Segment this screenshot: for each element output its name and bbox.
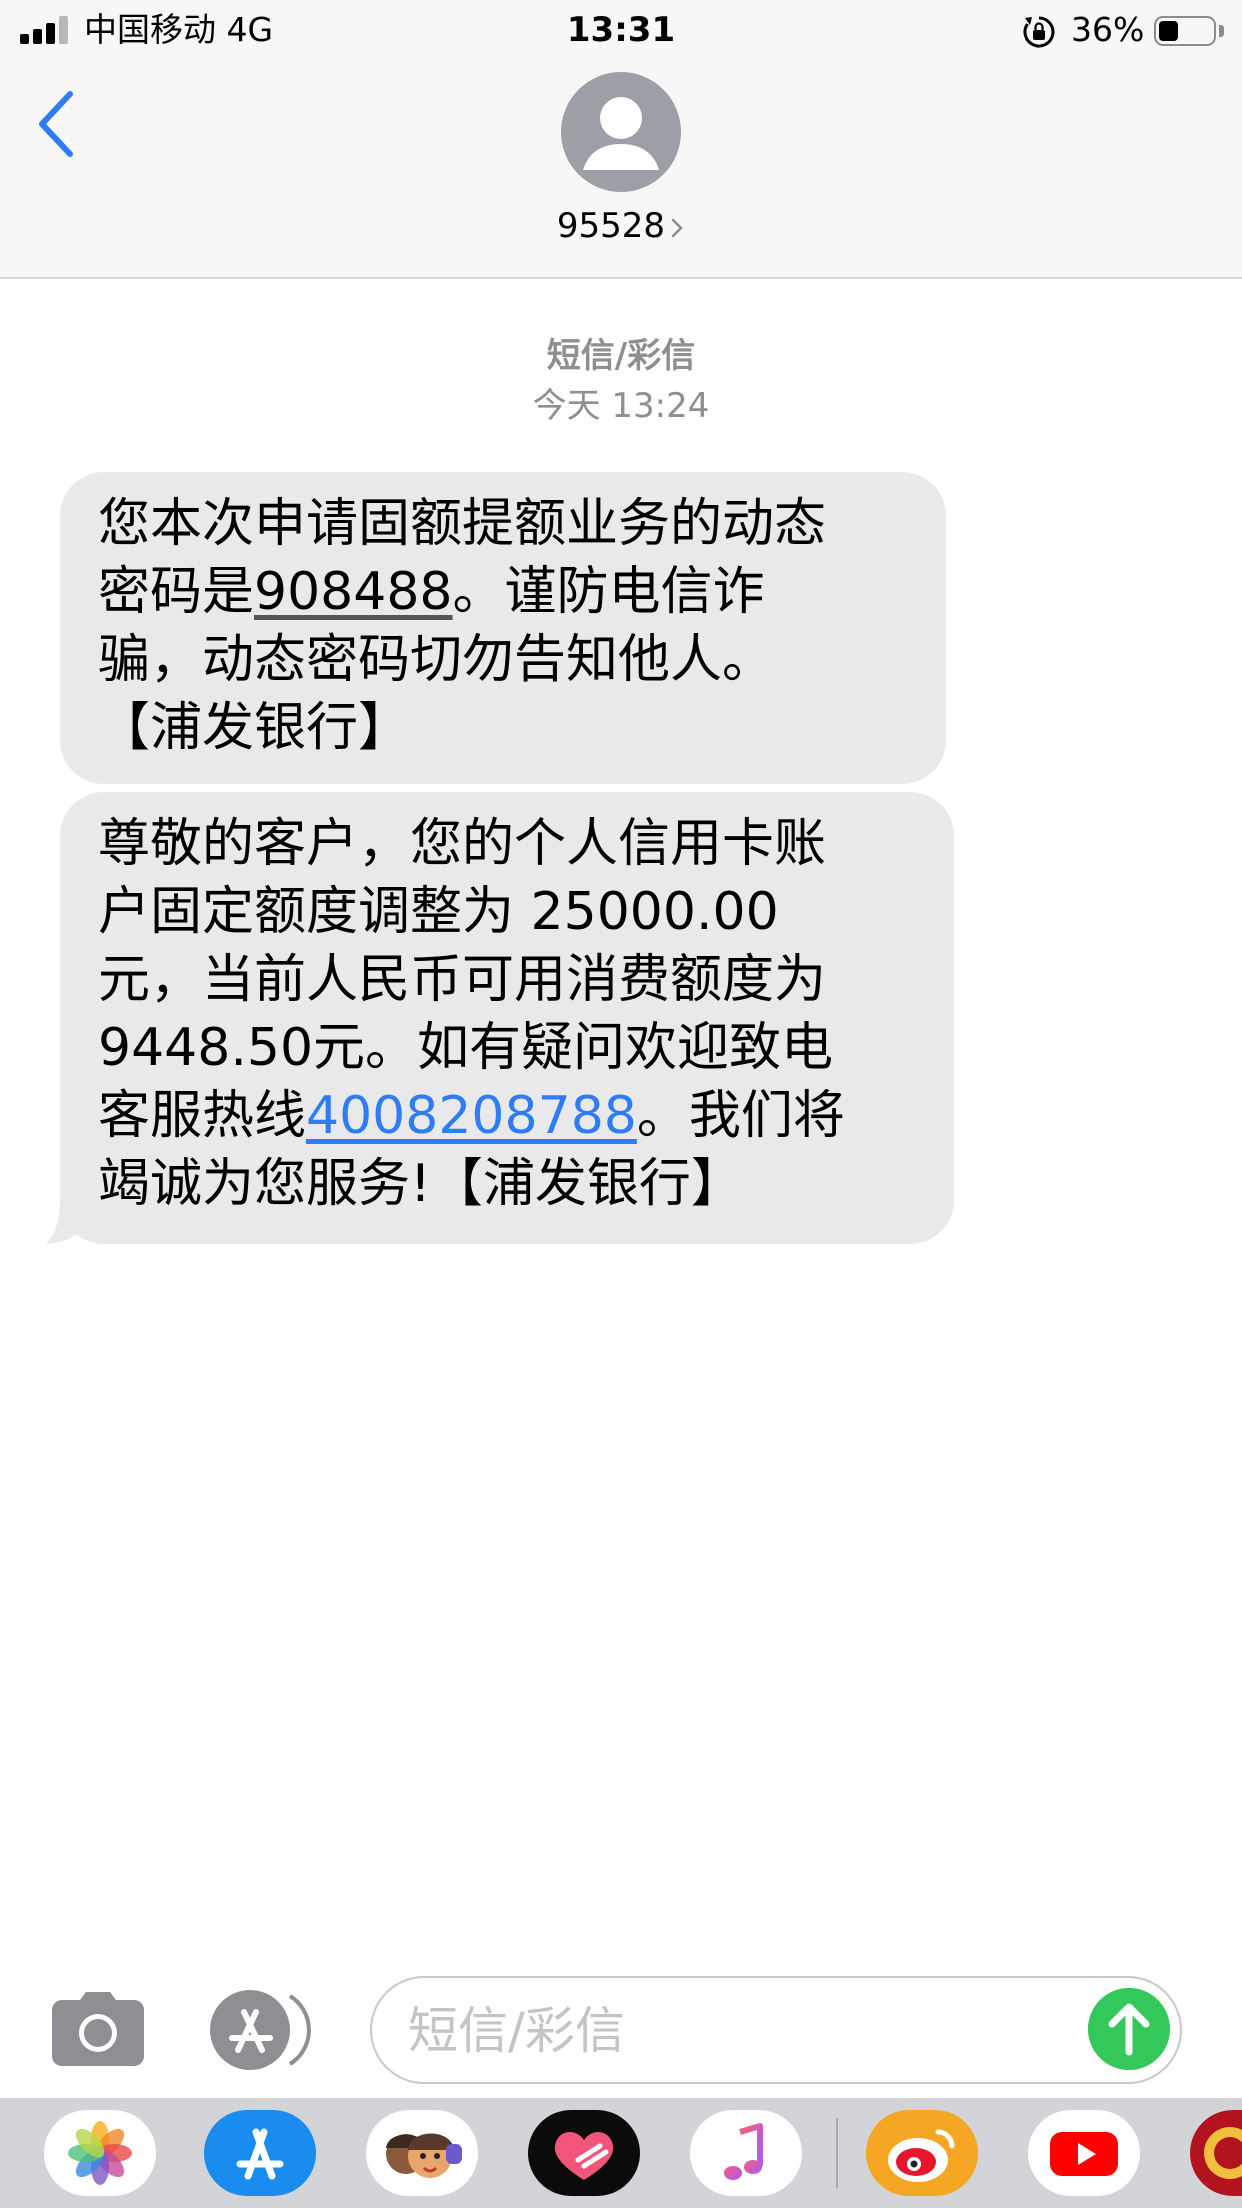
message-line: 您本次申请固额提额业务的动态 [98, 494, 827, 554]
message-bubble[interactable]: 您本次申请固额提额业务的动态 密码是908488。谨防电信诈 骗，动态密码切勿告… [60, 472, 946, 784]
otp-code[interactable]: 908488 [254, 562, 453, 622]
person-icon [583, 97, 659, 170]
partial-app-icon[interactable] [1190, 2110, 1242, 2196]
back-button[interactable] [28, 86, 88, 166]
battery-level-fill [1159, 21, 1178, 41]
message-timestamp: 今天 13:24 [532, 386, 710, 426]
message-line: 【浦发银行】 [98, 698, 411, 758]
app-store-icon[interactable] [204, 2110, 316, 2196]
message-field[interactable] [370, 1976, 1182, 2084]
battery-percent: 36% [1071, 10, 1145, 49]
message-line: 客服热线4008208788。我们将 [98, 1082, 916, 1150]
message-text: 客服热线 [98, 1086, 307, 1146]
message-line: 密码是908488。谨防电信诈 [98, 558, 908, 626]
message-text: 。谨防电信诈 [452, 562, 765, 622]
message-text: 密码是 [98, 562, 255, 622]
message-text: 。我们将 [636, 1086, 845, 1146]
photos-icon[interactable] [44, 2110, 156, 2196]
message-line: 户固定额度调整为 25000.00 [98, 882, 779, 942]
message-input[interactable] [408, 1992, 1088, 2070]
camera-button[interactable] [50, 1990, 146, 2070]
rotation-lock-icon [1023, 16, 1055, 48]
message-bubble[interactable]: 尊敬的客户，您的个人信用卡账 户固定额度调整为 25000.00 元，当前人民币… [60, 792, 954, 1244]
contact-avatar[interactable] [561, 72, 681, 192]
battery-tip [1219, 25, 1224, 37]
message-type-label: 短信/彩信 [546, 336, 696, 376]
message-line: 尊敬的客户，您的个人信用卡账 [98, 814, 827, 874]
digital-touch-icon[interactable] [528, 2110, 640, 2196]
message-line: 9448.50元。如有疑问欢迎致电 [98, 1018, 834, 1078]
weibo-icon[interactable] [866, 2110, 978, 2196]
contact-name[interactable]: 95528 [0, 204, 1242, 248]
battery-icon [1154, 16, 1216, 46]
message-line: 竭诚为您服务!【浦发银行】 [98, 1154, 743, 1214]
conversation-header: 95528 [0, 62, 1242, 279]
memoji-icon[interactable] [366, 2110, 478, 2196]
drawer-divider [836, 2118, 838, 2188]
status-bar: 中国移动 4G 13:31 36% [0, 0, 1242, 62]
music-icon[interactable] [690, 2110, 802, 2196]
bubble-tail [46, 1180, 86, 1244]
youtube-icon[interactable] [1028, 2110, 1140, 2196]
contact-number: 95528 [556, 206, 666, 246]
message-line: 元，当前人民币可用消费额度为 [98, 950, 827, 1010]
message-line: 骗，动态密码切勿告知他人。 [98, 630, 775, 690]
app-store-button[interactable] [208, 1988, 318, 2072]
phone-number-link[interactable]: 4008208788 [306, 1086, 637, 1146]
chevron-right-icon [671, 218, 683, 237]
send-button[interactable] [1088, 1988, 1170, 2070]
app-drawer [0, 2098, 1242, 2208]
